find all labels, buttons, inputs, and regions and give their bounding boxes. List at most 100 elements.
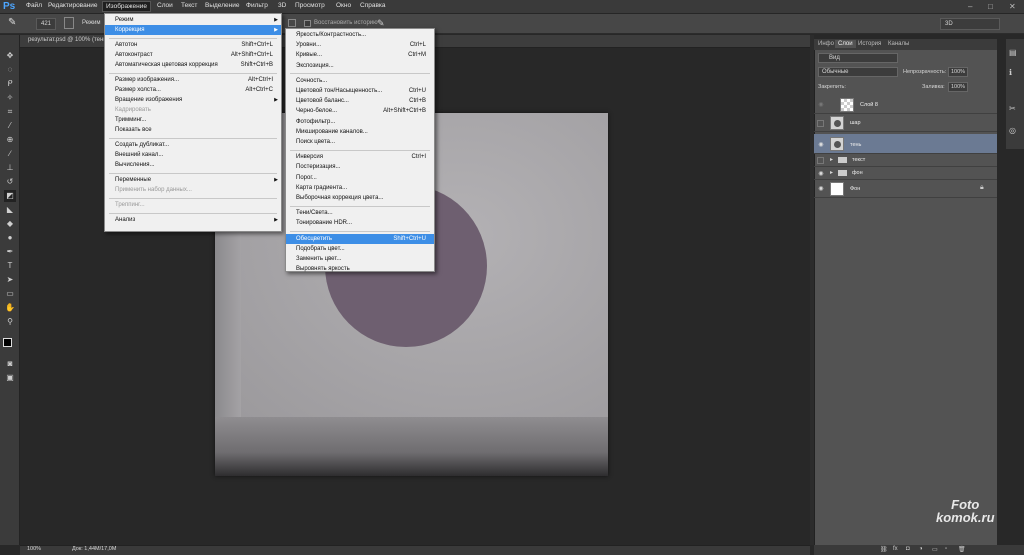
- eyedropper-icon[interactable]: ⁄: [4, 120, 16, 132]
- menu-item[interactable]: Автоматическая цветовая коррекция Shift+C…: [105, 60, 281, 70]
- menu-item[interactable]: Кривые... Ctrl+M: [286, 50, 434, 60]
- menu-edit[interactable]: Редактирование: [48, 2, 98, 9]
- menu-item[interactable]: Вычисления...: [105, 160, 281, 170]
- new-group-icon[interactable]: ▭: [932, 546, 938, 553]
- marquee-tool-icon[interactable]: ◌: [4, 64, 16, 76]
- menu-item[interactable]: Постеризация...: [286, 162, 434, 172]
- history-brush-icon[interactable]: ↺: [4, 176, 16, 188]
- type-tool-icon[interactable]: T: [4, 260, 16, 272]
- fill-field[interactable]: 100%: [948, 82, 968, 92]
- menu-help[interactable]: Справка: [360, 2, 386, 9]
- menu-file[interactable]: Файл: [26, 2, 42, 9]
- layer-visibility-icon[interactable]: [817, 157, 824, 164]
- eraser-tool-icon[interactable]: ◩: [4, 190, 16, 202]
- close-icon[interactable]: ✕: [1009, 2, 1016, 11]
- menu-item[interactable]: Подобрать цвет...: [286, 244, 434, 254]
- menu-item[interactable]: Порог...: [286, 173, 434, 183]
- delete-layer-icon[interactable]: 🗑︎: [958, 546, 966, 553]
- layer-visibility-icon[interactable]: ◉: [817, 141, 825, 148]
- brush-panel-icon[interactable]: [64, 17, 74, 29]
- group-expand-icon[interactable]: ▸: [830, 156, 833, 163]
- eraser-tool-preset-icon[interactable]: ✎: [8, 17, 22, 31]
- menu-item[interactable]: Обесцветить Shift+Ctrl+U: [286, 233, 434, 244]
- layer-style-icon[interactable]: fx: [893, 546, 898, 552]
- opacity-field[interactable]: 100%: [948, 67, 968, 77]
- menu-3d[interactable]: 3D: [278, 2, 286, 9]
- menu-item[interactable]: Выровнять яркость: [286, 264, 434, 274]
- brush-size-field[interactable]: 421: [36, 18, 56, 30]
- dodge-tool-icon[interactable]: ●: [4, 232, 16, 244]
- zoom-tool-icon[interactable]: ⚲: [4, 316, 16, 328]
- screen-mode-icon[interactable]: ▣: [4, 372, 16, 384]
- move-tool-icon[interactable]: ✥: [4, 50, 16, 62]
- paths-icon[interactable]: ◎: [1009, 126, 1016, 135]
- quick-mask-icon[interactable]: ◙: [4, 358, 16, 370]
- menu-item[interactable]: Поиск цвета...: [286, 137, 434, 147]
- menu-item[interactable]: Цветовой баланс... Ctrl+B: [286, 96, 434, 106]
- adjustment-layer-icon[interactable]: ◑: [919, 546, 923, 552]
- menu-item[interactable]: Фотофильтр...: [286, 117, 434, 127]
- menu-view[interactable]: Просмотр: [295, 2, 325, 9]
- group-expand-icon[interactable]: ▸: [830, 169, 833, 176]
- menu-item[interactable]: Автотон Shift+Ctrl+L: [105, 40, 281, 50]
- layer-visibility-icon[interactable]: ◉: [817, 101, 825, 108]
- maximize-icon[interactable]: □: [988, 2, 993, 11]
- tab-layers[interactable]: Слои: [835, 40, 856, 48]
- magic-wand-icon[interactable]: ✧: [4, 92, 16, 104]
- brush-tool-icon[interactable]: ∕: [4, 148, 16, 160]
- hand-tool-icon[interactable]: ✋: [4, 302, 16, 314]
- layer-visibility-icon[interactable]: [817, 120, 824, 127]
- workspace-select[interactable]: 3D: [940, 18, 1000, 30]
- menu-item[interactable]: Микширование каналов...: [286, 127, 434, 137]
- add-mask-icon[interactable]: ◘: [906, 546, 910, 552]
- menu-item[interactable]: Показать все: [105, 125, 281, 135]
- menu-item[interactable]: Яркость/Контрастность...: [286, 30, 434, 40]
- menu-item[interactable]: Переменные ▶: [105, 175, 281, 185]
- pen-tool-icon[interactable]: ✒: [4, 246, 16, 258]
- layer-visibility-icon[interactable]: ◉: [817, 170, 825, 177]
- menu-window[interactable]: Окно: [336, 2, 351, 9]
- menu-item[interactable]: Уровни... Ctrl+L: [286, 40, 434, 50]
- menu-item[interactable]: Тонирование HDR...: [286, 218, 434, 228]
- tools-preset-icon[interactable]: ✂: [1009, 104, 1016, 113]
- tab-history[interactable]: История: [855, 40, 884, 48]
- new-layer-icon[interactable]: ▫: [945, 546, 947, 552]
- minimize-icon[interactable]: ‒: [968, 2, 972, 11]
- tab-info[interactable]: Инфо: [815, 40, 837, 48]
- clone-stamp-icon[interactable]: ⊥: [4, 162, 16, 174]
- link-layers-icon[interactable]: ⛓: [880, 546, 888, 553]
- shape-tool-icon[interactable]: ▭: [4, 288, 16, 300]
- histogram-icon[interactable]: ▤: [1009, 48, 1017, 57]
- menu-filter[interactable]: Фильтр: [246, 2, 268, 9]
- menu-item[interactable]: Тени/Света...: [286, 208, 434, 218]
- menu-item[interactable]: Режим ▶: [105, 15, 281, 25]
- menu-item[interactable]: Создать дубликат...: [105, 140, 281, 150]
- menu-item[interactable]: Сочность...: [286, 76, 434, 86]
- menu-item[interactable]: Вращение изображения ▶: [105, 95, 281, 105]
- menu-layers[interactable]: Слои: [157, 2, 173, 9]
- menu-item[interactable]: Выборочная коррекция цвета...: [286, 193, 434, 203]
- menu-item[interactable]: Тримминг...: [105, 115, 281, 125]
- blur-tool-icon[interactable]: ◆: [4, 218, 16, 230]
- tab-channels[interactable]: Каналы: [885, 40, 912, 48]
- menu-item[interactable]: Карта градиента...: [286, 183, 434, 193]
- menu-item[interactable]: Инверсия Ctrl+I: [286, 152, 434, 162]
- path-select-icon[interactable]: ➤: [4, 274, 16, 286]
- lasso-tool-icon[interactable]: ᑭ: [4, 78, 16, 90]
- menu-item[interactable]: Черно-белое... Alt+Shift+Ctrl+B: [286, 106, 434, 116]
- menu-item[interactable]: Анализ ▶: [105, 215, 281, 225]
- menu-item[interactable]: Автоконтраст Alt+Shift+Ctrl+L: [105, 50, 281, 60]
- properties-icon[interactable]: ℹ: [1009, 68, 1012, 77]
- menu-item[interactable]: Цветовой тон/Насыщенность... Ctrl+U: [286, 86, 434, 96]
- crop-tool-icon[interactable]: ⌗: [4, 106, 16, 118]
- foreground-color-swatch[interactable]: [3, 338, 12, 347]
- menu-item[interactable]: Размер изображения... Alt+Ctrl+I: [105, 75, 281, 85]
- airbrush-icon[interactable]: [288, 19, 296, 27]
- menu-select[interactable]: Выделение: [205, 2, 239, 9]
- menu-item[interactable]: Внешний канал...: [105, 150, 281, 160]
- blend-mode-select[interactable]: Обычные: [818, 67, 898, 77]
- restore-history-checkbox[interactable]: [304, 20, 311, 27]
- zoom-level[interactable]: 100%: [27, 546, 41, 552]
- document-tab[interactable]: результат.psd @ 100% (тень...: [28, 37, 111, 43]
- paint-bucket-icon[interactable]: ◣: [4, 204, 16, 216]
